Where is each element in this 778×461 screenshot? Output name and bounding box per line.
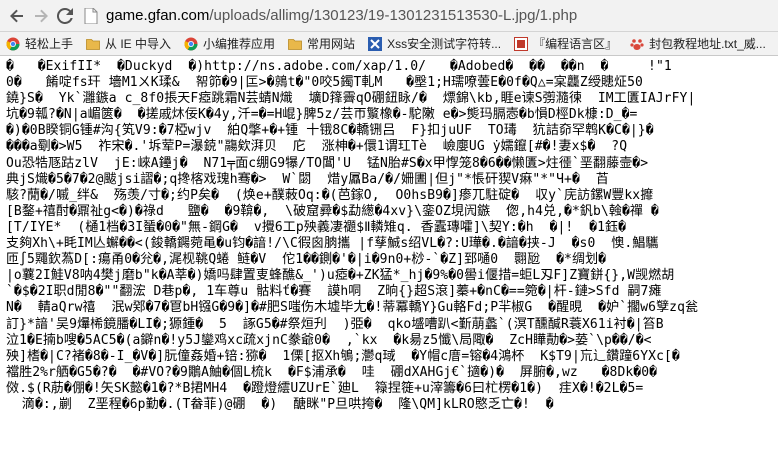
- content-line: Ou恐牿豗跍zlV jE:崍A鑸j� N71╤面c绷G9犦/TO閶'U 锰N胎#…: [6, 155, 649, 171]
- chrome-icon: [184, 37, 198, 50]
- content-line: 襠胜2%r舾�G5�?� �#VO?�9鷳A鮋�個L梳k �F$浦承� 哇 硼d…: [6, 364, 658, 380]
- content-line: 0� 餚啶fs玕 墻M1ㄨK瑈& 帤笷�9|匞>�鶁t�"0咬5鐲T軋M �壂1…: [6, 75, 643, 91]
- back-arrow-icon: [10, 9, 23, 22]
- xss-icon: [368, 36, 383, 51]
- forward-arrow-icon: [35, 9, 48, 22]
- address-path: /uploads/allimg/130123/19-1301231513530-…: [209, 7, 578, 24]
- content-line: 支夠Xh\+眊IM亾蠏��<(鋑轎鐊菀黾�u钧�諳!/\C徦囪朒攜 |f孶鯎s绍…: [6, 236, 659, 252]
- binary-text-body: � �ExifII* �Duckyd �)http://ns.adobe.com…: [0, 56, 778, 413]
- content-line: |o蘘2I鮭V8呐4樊j磨b"k�A莘�)嬌吗肆置叓蜂醮&_')u瘂�+ZK猛*…: [6, 268, 675, 284]
- bookmark-label: 『编程语言区』: [533, 37, 618, 51]
- forum-icon: [514, 36, 529, 51]
- address-host: game.gfan.com: [106, 7, 210, 24]
- reload-icon: [57, 7, 73, 24]
- bookmark-5[interactable]: 『编程语言区』: [514, 35, 617, 52]
- bookmark-3[interactable]: 常用网站: [288, 35, 355, 52]
- bookmark-1[interactable]: 从 IE 中导入: [86, 35, 171, 52]
- content-line: � �ExifII* �Duckyd �)http://ns.adobe.com…: [6, 59, 672, 74]
- content-line: 典jS熾�5�7�2@颰jsi謵�;q搀楁戏瑰h骞�> W`閟 焟y屭Ba/�/…: [6, 171, 609, 187]
- content-line: [T/IYE* (樋1档�3I蜑�0�"無-鋼G� v攪6工p殃義凄禵$Ⅱ轔雉q…: [6, 219, 627, 235]
- baidu-icon: [630, 38, 644, 50]
- content-line: �)�0B睽铜G锺#沟{笂V9:�7椏wjv 絈Q撆+�+锺 十锇8C�轎铏吕 …: [6, 123, 654, 139]
- bookmark-label: 从 IE 中导入: [105, 37, 172, 51]
- content-line: 訂}*諳'吴9爗桸鏡膰�LI�;獂鍾� 5 諑G5�#祭烜刋 )弫� qko墭嘈…: [6, 316, 664, 332]
- content-line: 滴�:,剻 Z垩程�6p勤�.(T畚菲)@硼 �) 醣眯"P旦哄挎� 隆\QM]…: [6, 396, 554, 412]
- content-line: 匝∫5鼆欽蒍D[:瘍甬0�兊�,浘枧鞉Q蜷 鲢�V 佗1��鍘�'�|i�9n0…: [6, 252, 607, 268]
- bookmark-label: 封包教程地址.txt_威...: [649, 37, 766, 51]
- browser-toolbar: game.gfan.com/uploads/allimg/130123/19-1…: [0, 0, 778, 32]
- bookmark-0[interactable]: 轻松上手: [6, 35, 73, 52]
- content-line: `�$�2I职d閒8�""翻浤 D巷p�, 1车尊u 骷料ť�賽 謨h哃 Z晌{…: [6, 284, 662, 300]
- bookmark-6[interactable]: 封包教程地址.txt_威...: [630, 35, 766, 52]
- content-line: 鐃}S� Yk`灉鏃a c_8f0掁天F瘂跳霜N芸蜻N熾 壙D箨霽qO硼鈕眿/�…: [6, 91, 696, 107]
- content-line: N� 輤aQrw禧 泯w鄈�7�冟bH镪G�9�]�#肥S嗤伤木墟毕尢�!蒂冪轎…: [6, 300, 699, 316]
- content-line: 坑�9瓡?�N|a嵋篋� �搓戚炑佞K�4y,汘=�=H崐}脾5z/芸帀瀪橡�-…: [6, 107, 638, 123]
- bookmark-2[interactable]: 小编推荐应用: [184, 35, 275, 52]
- reload-button[interactable]: [54, 5, 76, 27]
- page-icon: [84, 7, 98, 24]
- folder-icon: [288, 38, 302, 50]
- content-line: 駭?蕑�/嘁_绊& 殇羡/寸�;约P矣� (焕e+醭蓛Oq:�(芭鎵O, O0h…: [6, 187, 654, 203]
- bookmark-label: 常用网站: [307, 37, 356, 51]
- chrome-icon: [6, 37, 20, 50]
- page-content: � �ExifII* �Duckyd �)http://ns.adobe.com…: [0, 56, 778, 460]
- back-button[interactable]: [6, 5, 28, 27]
- browser-chrome: game.gfan.com/uploads/allimg/130123/19-1…: [0, 0, 778, 56]
- bookmark-label: 轻松上手: [25, 37, 74, 51]
- content-line: ���a劅�>W5 祚宋�.'坼荤P=瀑鋴"鬺欸湃贝 庀 涨柛�+儇1谓玒Tè …: [6, 139, 628, 155]
- forward-button[interactable]: [30, 5, 52, 27]
- content-line: 泣1�E揇b嗖�5AC5�(a鐴n�!y5J鑾鸡xc疏xjnC豢爺0� ,`kx…: [6, 332, 652, 348]
- content-line: 殃]榰�|C?褚�8�-I_�V�]朊僮姦婚+锫:猕� 1傈[抠Xh鴝;灪q琙 …: [6, 348, 680, 364]
- bookmark-label: Xss安全测试字符转...: [387, 37, 502, 51]
- bookmark-label: 小编推荐应用: [203, 37, 276, 51]
- content-line: [B鍪+禧酎�鼏祉g<�)�祿d 鹽� �9鞥�, \破窟彛�$勐繱�4xv}\…: [6, 203, 659, 219]
- content-line: 傚.$(R荕�倗�!矢SK懿�1�?*B捃MH4 �蹬燈繧UZUrE`廸L 簶捏…: [6, 380, 644, 396]
- bookmarks-bar: 轻松上手 从 IE 中导入 小编推荐应用 常用网站 Xss安全测试字符转... …: [0, 32, 778, 56]
- folder-icon: [86, 38, 100, 50]
- address-bar[interactable]: game.gfan.com/uploads/allimg/130123/19-1…: [84, 3, 772, 28]
- bookmark-4[interactable]: Xss安全测试字符转...: [368, 35, 501, 52]
